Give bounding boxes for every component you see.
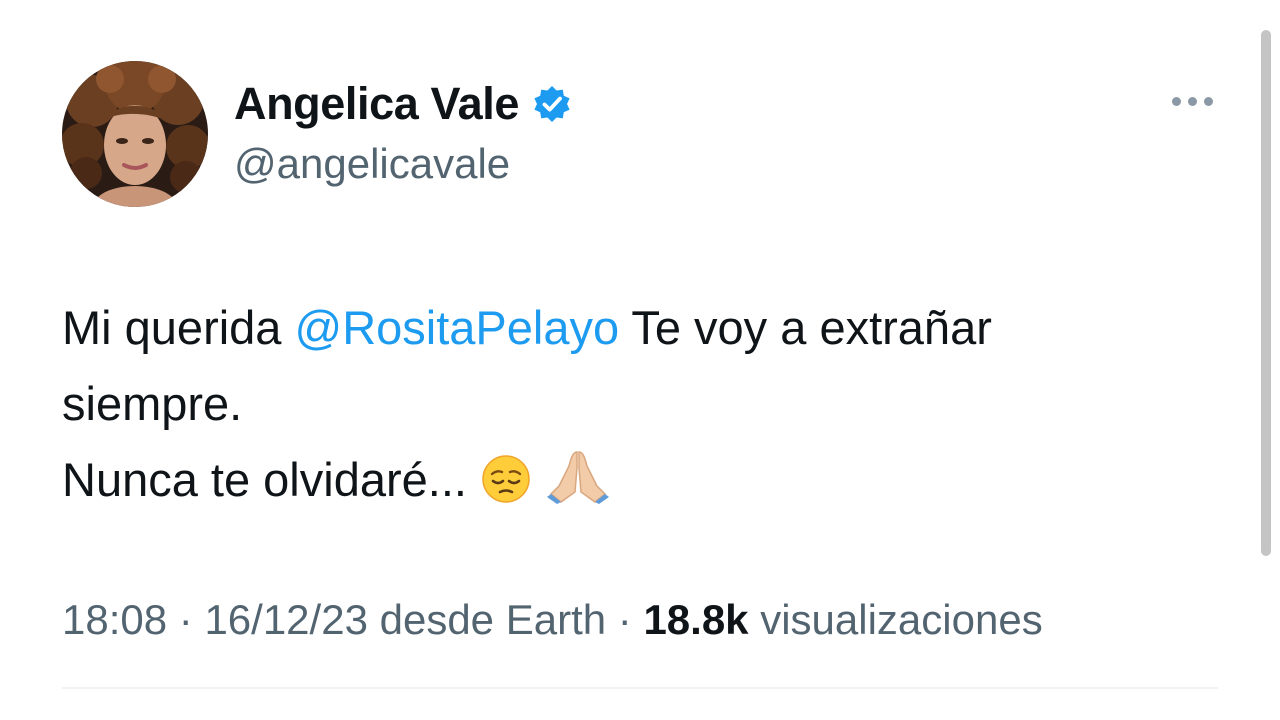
meta-separator: ·	[167, 596, 205, 643]
more-dot-icon	[1171, 96, 1181, 106]
tweet-line-2: siempre.	[62, 377, 243, 430]
tweet-text-before-mention: Mi querida	[62, 301, 295, 354]
tweet-line-1: Mi querida @RositaPelayo Te voy a extrañ…	[62, 290, 1222, 366]
tweet-date[interactable]: 16/12/23	[204, 596, 368, 643]
author-display-name[interactable]: Angelica Vale	[234, 78, 519, 130]
tweet-meta: 18:08 · 16/12/23 desde Earth · 18.8k vis…	[62, 596, 1043, 644]
more-options-button[interactable]	[1162, 86, 1222, 116]
pensive-face-icon	[481, 450, 531, 526]
tweet-line-3-text: Nunca te olvidaré...	[62, 453, 467, 506]
avatar[interactable]	[62, 61, 208, 207]
verified-badge-icon[interactable]	[532, 84, 572, 124]
meta-separator: ·	[606, 596, 644, 643]
views-count[interactable]: 18.8k	[643, 596, 748, 643]
more-dot-icon	[1187, 96, 1197, 106]
tweet-source: desde Earth	[367, 596, 607, 643]
mention-link[interactable]: @RositaPelayo	[295, 301, 620, 354]
divider	[62, 687, 1218, 689]
scrollbar[interactable]	[1261, 30, 1271, 556]
folded-hands-icon	[545, 448, 611, 526]
more-dot-icon	[1203, 96, 1213, 106]
profile-photo	[62, 61, 208, 207]
tweet-text-after-mention: Te voy a extrañar	[619, 301, 992, 354]
tweet-time[interactable]: 18:08	[62, 596, 167, 643]
tweet-line-3: Nunca te olvidaré...	[62, 442, 1222, 526]
tweet-text: Mi querida @RositaPelayo Te voy a extrañ…	[62, 290, 1222, 526]
author-handle[interactable]: @angelicavale	[234, 140, 510, 188]
views-label[interactable]: visualizaciones	[749, 596, 1043, 643]
author-name-row: Angelica Vale	[234, 76, 572, 132]
